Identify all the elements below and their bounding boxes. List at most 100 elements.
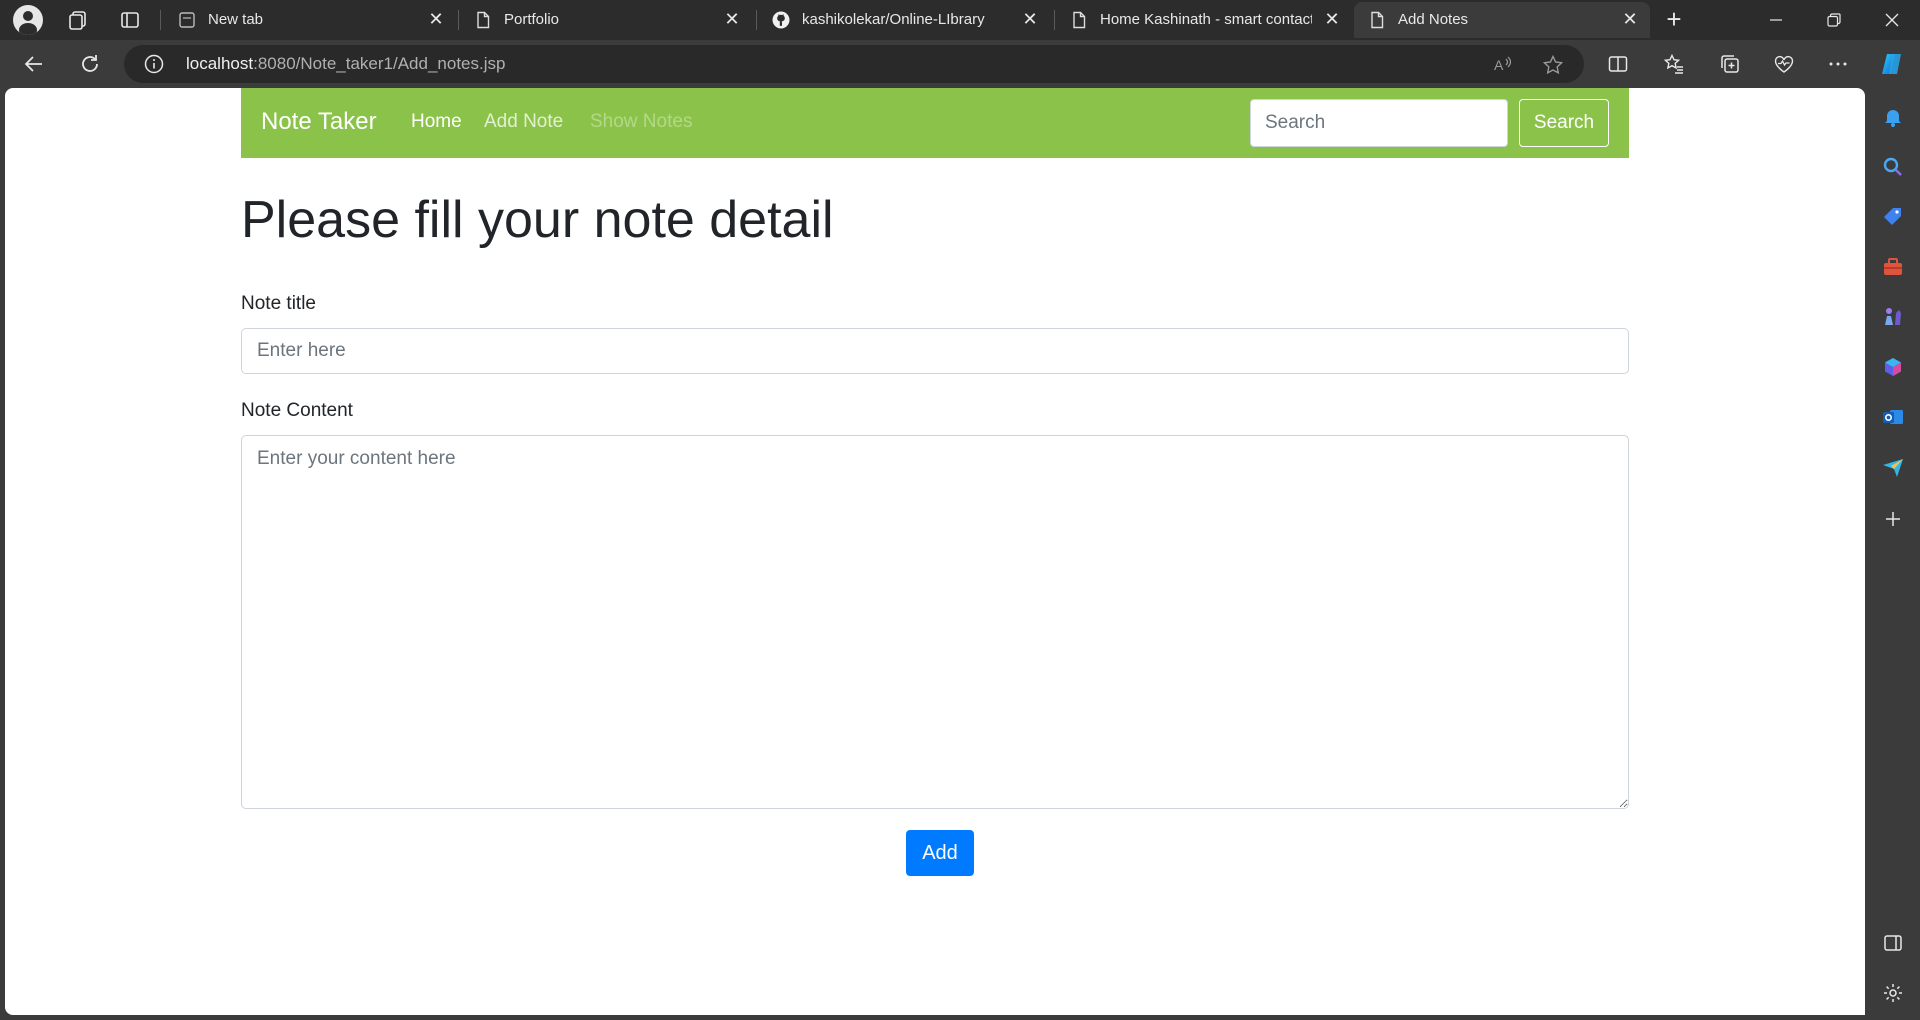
nav-link-show-notes[interactable]: Show Notes xyxy=(590,111,692,133)
newtab-page-icon xyxy=(179,12,195,28)
navbar-brand[interactable]: Note Taker xyxy=(261,108,377,136)
tab-title: Portfolio xyxy=(504,11,560,28)
navbar-search-button[interactable]: Search xyxy=(1519,99,1609,147)
profile-avatar-icon xyxy=(13,5,43,35)
minimize-button[interactable] xyxy=(1748,0,1804,40)
tab-separator xyxy=(160,10,161,30)
sidebar-drop-button[interactable] xyxy=(1880,454,1906,480)
navbar-search-input[interactable] xyxy=(1250,99,1508,147)
profile-button[interactable] xyxy=(6,4,50,36)
close-tab-icon[interactable]: ✕ xyxy=(426,9,446,29)
copilot-button[interactable] xyxy=(1874,48,1910,80)
more-options-button[interactable] xyxy=(1820,48,1856,80)
sidebar-games-button[interactable] xyxy=(1880,304,1906,330)
read-aloud-icon[interactable]: A xyxy=(1492,54,1514,76)
tab-separator xyxy=(1054,10,1055,30)
back-arrow-icon xyxy=(24,56,42,72)
document-icon xyxy=(1073,11,1086,29)
copilot-icon xyxy=(1882,54,1901,74)
more-dots-icon xyxy=(1829,62,1847,66)
browser-tab-strip: New tab ✕ Portfolio ✕ kashikolekar/Onlin… xyxy=(0,0,1920,40)
close-icon xyxy=(1885,13,1899,27)
svg-text:A: A xyxy=(1494,57,1504,73)
nav-link-add-note[interactable]: Add Note xyxy=(484,111,563,133)
collections-button[interactable] xyxy=(1712,48,1748,80)
workspaces-icon xyxy=(69,11,86,30)
bell-icon xyxy=(1885,110,1901,127)
tab-title: Add Notes xyxy=(1398,11,1469,28)
page-container: Note Taker Home Add Note Show Notes Sear… xyxy=(241,88,1629,876)
favorite-star-icon[interactable] xyxy=(1542,54,1564,76)
tab-new-tab[interactable]: New tab ✕ xyxy=(164,2,456,38)
close-tab-icon[interactable]: ✕ xyxy=(1322,9,1342,29)
address-bar[interactable]: localhost:8080/Note_taker1/Add_notes.jsp… xyxy=(124,45,1584,83)
sidebar-add-button[interactable] xyxy=(1880,506,1906,532)
tab-separator xyxy=(756,10,757,30)
plus-icon xyxy=(1886,512,1900,526)
note-content-label: Note Content xyxy=(241,400,353,421)
site-info-icon[interactable] xyxy=(144,54,164,74)
document-icon xyxy=(1371,11,1384,29)
heart-pulse-icon xyxy=(1774,55,1794,73)
github-icon xyxy=(772,11,790,29)
edge-sidebar xyxy=(1866,88,1920,1020)
url-path: :8080/Note_taker1/Add_notes.jsp xyxy=(253,54,506,73)
shopping-tag-icon xyxy=(1884,208,1901,225)
tab-actions-icon xyxy=(121,12,139,28)
nav-link-home[interactable]: Home xyxy=(411,111,462,133)
workspaces-button[interactable] xyxy=(56,4,100,36)
games-chess-icon xyxy=(1885,308,1901,325)
tab-title: Home Kashinath - smart contact xyxy=(1100,11,1312,28)
tab-title: kashikolekar/Online-LIbrary xyxy=(802,11,985,28)
url-host: localhost xyxy=(186,54,254,73)
sidebar-search-button[interactable] xyxy=(1880,154,1906,180)
close-tab-icon[interactable]: ✕ xyxy=(1020,9,1040,29)
sidebar-outlook-button[interactable] xyxy=(1880,404,1906,430)
split-screen-button[interactable] xyxy=(1600,48,1636,80)
collections-icon xyxy=(1721,55,1739,73)
search-icon xyxy=(1883,157,1902,176)
close-tab-icon[interactable]: ✕ xyxy=(1620,9,1640,29)
note-title-label: Note title xyxy=(241,293,316,314)
browser-essentials-button[interactable] xyxy=(1766,48,1802,80)
new-tab-button[interactable]: + xyxy=(1656,6,1692,34)
back-button[interactable] xyxy=(16,48,52,80)
sidebar-shopping-button[interactable] xyxy=(1880,204,1906,230)
url-text[interactable]: localhost:8080/Note_taker1/Add_notes.jsp xyxy=(186,54,505,74)
vertical-tabs-button[interactable] xyxy=(108,4,152,36)
tab-title: New tab xyxy=(208,11,264,28)
gear-icon xyxy=(1884,984,1902,1002)
sidebar-notifications-button[interactable] xyxy=(1880,104,1906,130)
restore-icon xyxy=(1827,13,1841,27)
sidebar-panel-icon xyxy=(1884,935,1902,951)
close-tab-icon[interactable]: ✕ xyxy=(722,9,742,29)
restore-button[interactable] xyxy=(1806,0,1862,40)
toolbox-icon xyxy=(1884,258,1902,275)
sidebar-hide-button[interactable] xyxy=(1880,930,1906,956)
sidebar-settings-button[interactable] xyxy=(1880,980,1906,1006)
navbar: Note Taker Home Add Note Show Notes Sear… xyxy=(241,88,1629,158)
tab-add-notes[interactable]: Add Notes ✕ xyxy=(1354,2,1650,38)
add-note-button[interactable]: Add xyxy=(906,830,974,876)
favorites-list-icon xyxy=(1663,53,1683,74)
send-plane-icon xyxy=(1883,459,1903,477)
refresh-button[interactable] xyxy=(72,48,108,80)
minimize-icon xyxy=(1770,19,1782,21)
note-content-textarea[interactable] xyxy=(241,435,1629,809)
page-viewport: Note Taker Home Add Note Show Notes Sear… xyxy=(5,88,1865,1015)
sidebar-copilot-app-button[interactable] xyxy=(1880,354,1906,380)
close-window-button[interactable] xyxy=(1864,0,1920,40)
favorites-button[interactable] xyxy=(1656,48,1692,80)
tab-separator xyxy=(458,10,459,30)
document-icon xyxy=(477,11,490,29)
microsoft-365-icon xyxy=(1885,358,1901,376)
page-title: Please fill your note detail xyxy=(241,191,834,249)
outlook-icon xyxy=(1883,410,1903,424)
note-title-input[interactable] xyxy=(241,328,1629,374)
browser-toolbar: localhost:8080/Note_taker1/Add_notes.jsp… xyxy=(0,40,1920,88)
split-screen-icon xyxy=(1608,56,1628,72)
tab-portfolio[interactable]: Portfolio ✕ xyxy=(460,2,752,38)
tab-github[interactable]: kashikolekar/Online-LIbrary ✕ xyxy=(758,2,1050,38)
tab-smart-contact[interactable]: Home Kashinath - smart contact ✕ xyxy=(1056,2,1352,38)
sidebar-tools-button[interactable] xyxy=(1880,254,1906,280)
